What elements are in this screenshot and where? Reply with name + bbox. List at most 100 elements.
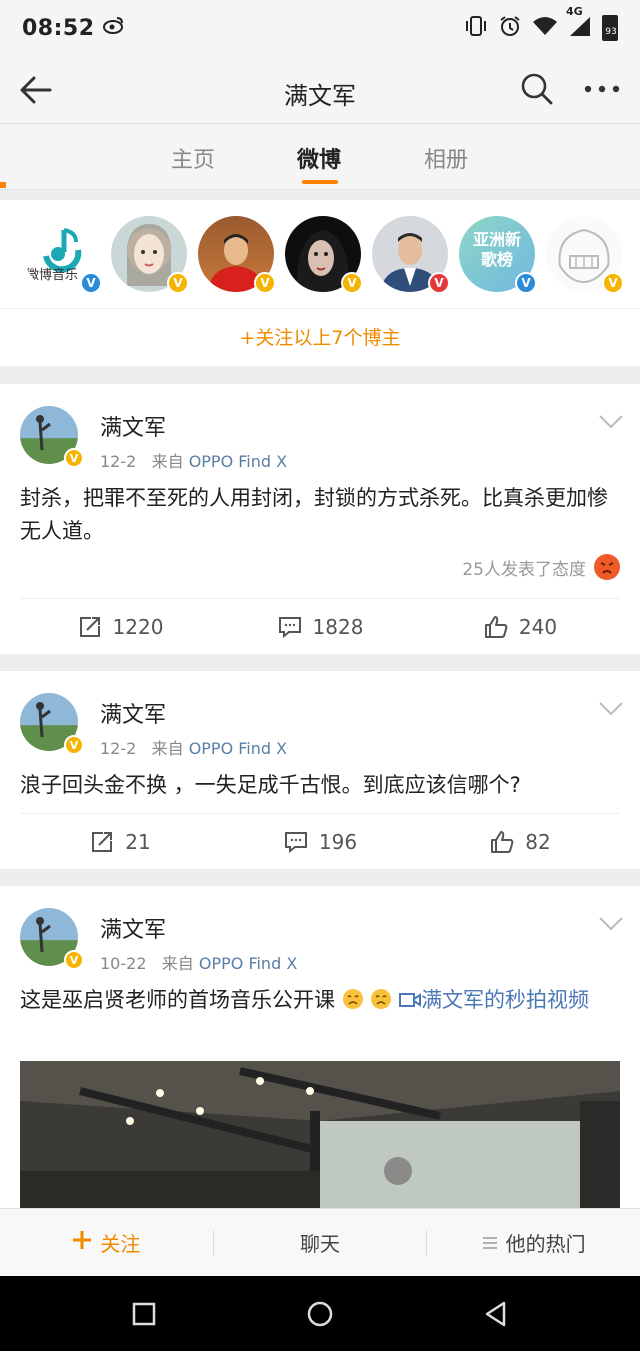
like-button[interactable]: 82 [420, 814, 620, 869]
back-arrow-icon[interactable] [18, 72, 54, 108]
thumbs-up-icon [484, 615, 508, 638]
like-count: 82 [525, 829, 551, 854]
back-icon[interactable] [482, 1300, 510, 1328]
asia-chart-label: 亚洲新歌榜 [472, 230, 521, 269]
chevron-down-icon[interactable] [598, 414, 624, 430]
search-icon[interactable] [520, 72, 554, 106]
comment-icon [278, 616, 301, 638]
reaction-count: 25人发表了态度 [462, 559, 586, 580]
repost-count: 1220 [112, 614, 164, 639]
post-meta: 12-2 来自 OPPO Find X [100, 448, 287, 472]
more-icon[interactable] [582, 74, 622, 104]
post-source: OPPO Find X [188, 452, 288, 471]
post-author[interactable]: 满文军 [100, 697, 166, 729]
comment-count: 196 [318, 829, 358, 854]
recommended-avatar[interactable]: 亚洲新歌榜 V [459, 216, 537, 294]
vibrate-icon [464, 15, 488, 42]
follow-all-button[interactable]: +关注以上7个博主 [0, 308, 640, 366]
chevron-down-icon[interactable] [598, 916, 624, 932]
post-from: 来自 [151, 452, 184, 471]
like-count: 240 [518, 614, 558, 639]
home-icon[interactable] [306, 1300, 334, 1328]
tab-weibo[interactable]: 微博 [297, 142, 341, 174]
repost-button[interactable]: 1220 [20, 599, 220, 654]
recommended-avatar[interactable]: V [372, 216, 450, 294]
verified-badge: V [428, 272, 450, 294]
post-meta: 12-2 来自 OPPO Find X [100, 735, 287, 759]
profile-bottom-bar: 关注 聊天 他的热门 [0, 1208, 640, 1276]
video-thumbnail[interactable] [20, 1061, 620, 1221]
recommended-avatar[interactable]: V [546, 216, 624, 294]
post-source: OPPO Find X [198, 954, 298, 973]
tab-album[interactable]: 相册 [424, 142, 468, 174]
accent-marker [0, 182, 6, 188]
video-link-label: 满文军的秒拍视频 [421, 988, 590, 1012]
chat-button[interactable]: 聊天 [214, 1228, 427, 1257]
wifi-icon [532, 16, 558, 41]
repost-icon [79, 616, 100, 637]
post-date: 12-2 [100, 452, 137, 471]
chevron-down-icon[interactable] [598, 701, 624, 717]
verified-badge: V [64, 735, 84, 755]
comment-button[interactable]: 196 [220, 814, 420, 869]
avatar-row: 微博音乐 V V V V V 亚洲新歌榜 V V [20, 216, 640, 296]
post-text: 这是巫启贤老师的首场音乐公开课 满文军的秒拍视频 [20, 984, 622, 1017]
recents-icon[interactable] [130, 1300, 158, 1328]
weibo-notification-icon [102, 15, 125, 41]
post-from: 来自 [151, 739, 184, 758]
verified-badge: V [80, 272, 102, 294]
recommended-avatar[interactable]: V [198, 216, 276, 294]
repost-icon [92, 831, 113, 852]
status-bar: 08:52 4G 93 [0, 0, 640, 56]
avatar[interactable]: V [20, 406, 84, 468]
weibo-music-label: 微博音乐 [26, 268, 79, 283]
network-type: 4G [566, 4, 583, 18]
post-card: V 满文军 12-2 来自 OPPO Find X 封杀，把罪不至死的人用封闭，… [0, 384, 640, 654]
follow-label: 关注 [100, 1232, 141, 1256]
recommended-avatar[interactable]: V [111, 216, 189, 294]
recommended-accounts: 微博音乐 V V V V V 亚洲新歌榜 V V +关注以上7个博主 [0, 200, 640, 366]
verified-badge: V [167, 272, 189, 294]
verified-badge: V [64, 950, 84, 970]
thumbs-up-icon [491, 830, 514, 853]
chat-label: 聊天 [300, 1232, 340, 1256]
verified-badge: V [64, 448, 84, 468]
battery-icon: 93 [602, 15, 618, 41]
repost-count: 21 [125, 829, 151, 854]
verified-badge: V [515, 272, 537, 294]
post-from: 来自 [161, 954, 194, 973]
battery-level: 93 [605, 27, 617, 37]
post-card: V 满文军 10-22 来自 OPPO Find X 这是巫启贤老师的首场音乐公… [0, 886, 640, 1221]
post-author[interactable]: 满文军 [100, 410, 166, 442]
comment-count: 1828 [312, 614, 364, 639]
post-author[interactable]: 满文军 [100, 912, 166, 944]
follow-button[interactable]: 关注 [0, 1228, 213, 1257]
comment-icon [284, 831, 307, 853]
recommended-avatar[interactable]: 微博音乐 V [24, 216, 102, 294]
angry-face-icon [594, 554, 620, 580]
sad-emoji-icon [335, 988, 364, 1012]
comment-button[interactable]: 1828 [220, 599, 420, 654]
reaction-summary[interactable]: 25人发表了态度 [462, 554, 620, 580]
video-link[interactable]: 满文军的秒拍视频 [399, 988, 589, 1012]
recommended-avatar[interactable]: V [285, 216, 363, 294]
sad-emoji-icon [364, 988, 393, 1012]
avatar[interactable]: V [20, 693, 84, 755]
hot-posts-button[interactable]: 他的热门 [427, 1228, 640, 1257]
menu-lines-icon [482, 1231, 498, 1255]
verified-badge: V [341, 272, 363, 294]
verified-badge: V [254, 272, 276, 294]
like-button[interactable]: 240 [420, 599, 620, 654]
post-card: V 满文军 12-2 来自 OPPO Find X 浪子回头金不换 ，一失足成千… [0, 671, 640, 869]
verified-badge: V [602, 272, 624, 294]
post-actions: 1220 1828 240 [20, 598, 620, 654]
tab-home[interactable]: 主页 [171, 142, 215, 174]
repost-button[interactable]: 21 [20, 814, 220, 869]
post-source: OPPO Find X [188, 739, 288, 758]
video-icon [399, 988, 422, 1012]
nav-bar: 满文军 [0, 56, 640, 124]
post-text: 封杀，把罪不至死的人用封闭，封锁的方式杀死。比真杀更加惨无人道。 [20, 486, 608, 543]
hot-posts-label: 他的热门 [505, 1232, 586, 1256]
avatar[interactable]: V [20, 908, 84, 970]
post-text: 浪子回头金不换 ，一失足成千古恨。到底应该信哪个? [20, 773, 521, 797]
